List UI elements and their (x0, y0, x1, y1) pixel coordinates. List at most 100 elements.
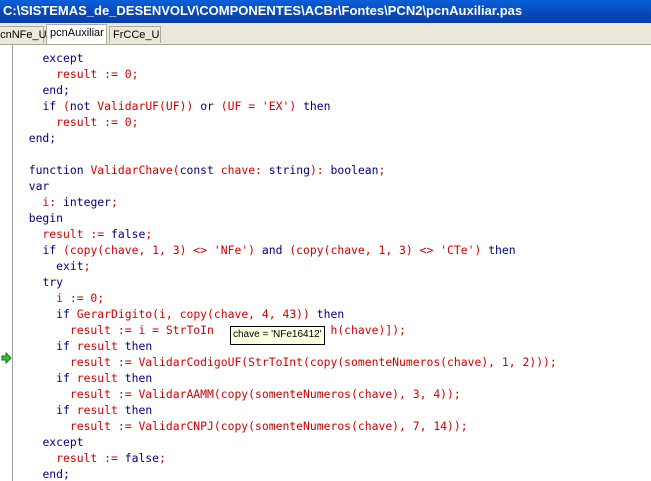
code-text: result := ValidarAAMM(copy(somenteNumero… (15, 387, 461, 401)
code-line[interactable]: if result then (15, 370, 152, 386)
code-line[interactable]: function ValidarChave(const chave: strin… (15, 162, 386, 178)
code-line[interactable]: except (15, 434, 84, 450)
tab-label: pcnAuxiliar (50, 27, 104, 39)
code-keyword: except (42, 435, 84, 449)
code-keyword: integer (63, 195, 112, 209)
code-keyword: try (42, 275, 64, 289)
code-line[interactable]: if GerarDigito(i, copy(chave, 4, 43)) th… (15, 306, 344, 322)
tab-pcnnfe-u[interactable]: pcnNFe_U (0, 26, 47, 43)
code-line[interactable]: result := ValidarCNPJ(copy(somenteNumero… (15, 418, 468, 434)
code-text: result := ValidarCNPJ(copy(somenteNumero… (15, 419, 468, 433)
code-keyword: or (200, 99, 214, 113)
code-keyword: function (28, 163, 84, 177)
code-keyword: end; (42, 83, 70, 97)
tab-frcce-u[interactable]: FrCCe_U (109, 26, 161, 43)
code-line[interactable]: var (15, 178, 50, 194)
code-line[interactable]: if (not ValidarUF(UF)) or (UF = 'EX') th… (15, 98, 331, 114)
tab-label: pcnNFe_U (0, 29, 47, 41)
code-line[interactable]: i: integer; (15, 194, 118, 210)
code-text: ; (378, 163, 386, 177)
code-keyword: false (124, 451, 160, 465)
code-line[interactable]: if result then (15, 338, 152, 354)
code-keyword: false (111, 227, 146, 241)
code-text: result := i = StrToIn (15, 323, 214, 337)
code-line[interactable]: if (copy(chave, 1, 3) <> 'NFe') and (cop… (15, 242, 516, 258)
code-text: h(chave)]); (330, 323, 406, 337)
code-text: result := (15, 451, 125, 465)
tab-pcnauxiliar[interactable]: pcnAuxiliar (46, 24, 107, 44)
code-line[interactable]: result := ValidarAAMM(copy(somenteNumero… (15, 386, 461, 402)
code-line[interactable]: result := false; (15, 450, 166, 466)
code-line[interactable]: end; (15, 82, 70, 98)
code-keyword: then (303, 99, 331, 113)
code-line[interactable]: except (15, 50, 83, 66)
code-line[interactable]: result := false; (15, 226, 152, 242)
title-bar: C:\SISTEMAS_de_DESENVOLV\COMPONENTES\ACB… (0, 0, 651, 23)
window-title: C:\SISTEMAS_de_DESENVOLV\COMPONENTES\ACB… (3, 3, 523, 18)
code-text: result (69, 403, 125, 417)
code-line[interactable]: result := i = StrToIn h(chave)]); (15, 322, 406, 338)
code-line[interactable]: result := 0; (15, 66, 138, 82)
code-text: result := 0; (56, 67, 139, 81)
code-text: ; (111, 195, 118, 209)
code-keyword: if (56, 307, 70, 321)
execution-point-arrow-icon (1, 352, 12, 364)
code-keyword: if (56, 371, 70, 385)
code-text: (copy(chave, 1, 3) <> 'CTe') (282, 243, 489, 257)
code-keyword: then (124, 339, 153, 353)
code-keyword: if (56, 403, 70, 417)
code-editor[interactable]: except result := 0; end; if (not Validar… (13, 45, 651, 481)
code-keyword: boolean (330, 163, 379, 177)
tab-label: FrCCe_U (113, 29, 160, 41)
code-keyword: and (261, 243, 283, 257)
code-text: result := (15, 227, 112, 241)
file-tab-bar: pcnNFe_U pcnAuxiliar FrCCe_U (0, 23, 651, 45)
code-keyword: then (316, 307, 345, 321)
code-keyword: string (268, 163, 310, 177)
code-line[interactable]: result := ValidarCodigoUF(StrToInt(copy(… (15, 354, 557, 370)
code-keyword: if (42, 243, 57, 257)
code-line[interactable]: exit; (15, 258, 90, 274)
code-text: i: (15, 195, 64, 209)
code-line[interactable]: end; (15, 130, 56, 146)
code-text: GerarDigito(i, copy(chave, 4, 43)) (69, 307, 317, 321)
code-keyword: if (56, 339, 70, 353)
code-line[interactable]: end; (15, 466, 70, 481)
code-line[interactable]: if result then (15, 402, 152, 418)
code-text: i := 0; (15, 291, 105, 305)
code-line[interactable]: try (15, 274, 63, 290)
code-keyword: exit (56, 259, 84, 273)
code-line[interactable]: i := 0; (15, 290, 104, 306)
code-keyword: not (69, 99, 91, 113)
code-keyword: then (488, 243, 516, 257)
code-keyword: end; (42, 467, 70, 481)
code-keyword: var (28, 179, 50, 193)
code-text: result := ValidarCodigoUF(StrToInt(copy(… (15, 355, 557, 369)
code-line[interactable]: result := 0; (15, 114, 138, 130)
code-text: ; (159, 451, 166, 465)
editor-gutter[interactable] (0, 45, 12, 481)
code-line[interactable]: begin (15, 210, 63, 226)
code-keyword: const (179, 163, 214, 177)
code-keyword: then (124, 403, 153, 417)
code-text: ; (145, 227, 153, 241)
code-text: ValidarChave( (83, 163, 180, 177)
code-text: ValidarUF(UF)) (90, 99, 201, 113)
